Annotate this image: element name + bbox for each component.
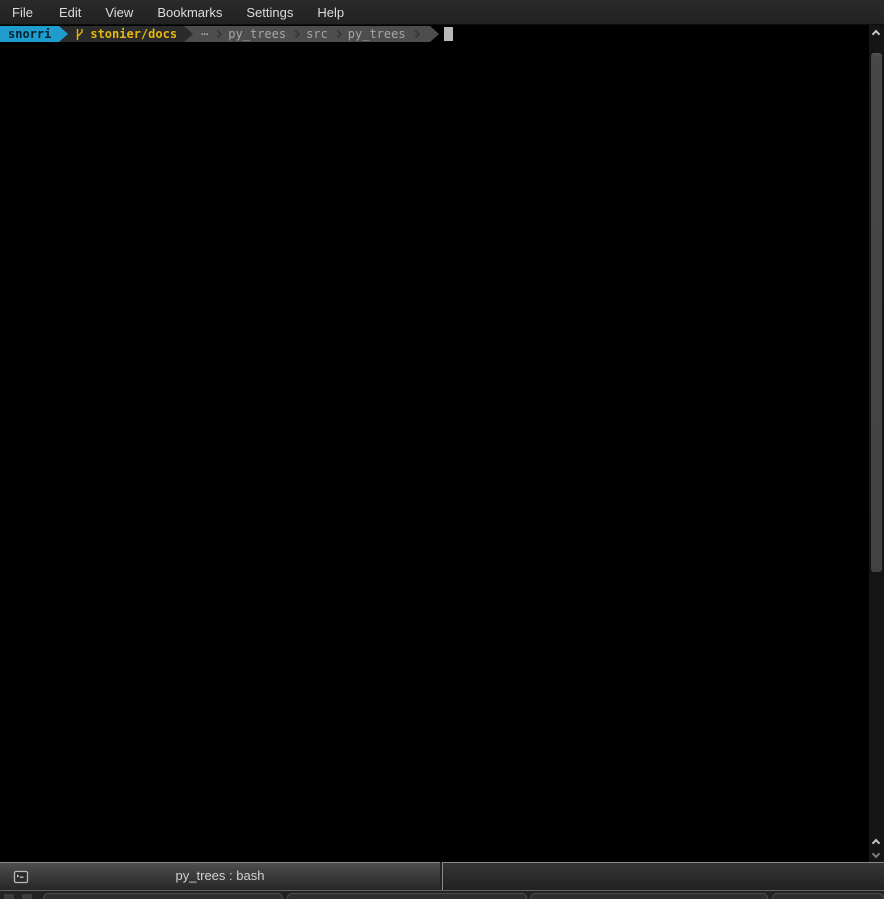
- terminal-scrollbar[interactable]: [869, 25, 884, 862]
- prompt-path-label: stonier/docs: [90, 26, 177, 42]
- breadcrumb-item: py_trees: [228, 26, 286, 42]
- scroll-up-icon[interactable]: [872, 30, 880, 38]
- bottom-taskbar-strip: [0, 891, 884, 899]
- breadcrumb-ellipsis: ⋯: [201, 26, 208, 42]
- taskbar-icon: [4, 894, 14, 899]
- menu-edit[interactable]: Edit: [47, 0, 93, 25]
- tab-label: py_trees : bash: [0, 868, 440, 883]
- chevron-separator-icon: [292, 30, 300, 38]
- prompt-breadcrumbs: ⋯ py_trees src py_trees: [193, 26, 430, 42]
- shell-prompt-line: snorri stonier/docs ⋯ py_trees src py_tr…: [0, 26, 453, 42]
- scroll-down-icon[interactable]: [872, 850, 880, 858]
- chevron-separator-icon: [214, 30, 222, 38]
- breadcrumb-item: py_trees: [348, 26, 406, 42]
- powerline-arrow-icon: [430, 26, 439, 42]
- menu-file[interactable]: File: [10, 0, 47, 25]
- vcs-branch-icon: [75, 28, 84, 41]
- menu-bookmarks[interactable]: Bookmarks: [145, 0, 234, 25]
- konsole-window: File Edit View Bookmarks Settings Help s…: [0, 0, 884, 899]
- prompt-path-segment: stonier/docs: [68, 26, 184, 42]
- chevron-separator-icon: [334, 30, 342, 38]
- tab-bar: py_trees : bash: [0, 862, 884, 891]
- taskbar-button[interactable]: [530, 893, 768, 899]
- powerline-arrow-icon: [59, 26, 68, 42]
- chevron-separator-icon: [411, 30, 419, 38]
- scrollbar-thumb[interactable]: [871, 53, 882, 572]
- prompt-hostname: snorri: [0, 26, 59, 42]
- terminal-cursor: [444, 27, 453, 41]
- taskbar-button[interactable]: [43, 893, 283, 899]
- tab-py-trees-bash[interactable]: py_trees : bash: [0, 862, 440, 890]
- menu-help[interactable]: Help: [305, 0, 356, 25]
- taskbar-icon: [22, 894, 32, 899]
- terminal-screen[interactable]: snorri stonier/docs ⋯ py_trees src py_tr…: [0, 25, 884, 862]
- menu-bar: File Edit View Bookmarks Settings Help: [0, 0, 884, 25]
- menu-settings[interactable]: Settings: [234, 0, 305, 25]
- powerline-arrow-icon: [184, 26, 193, 42]
- taskbar-button[interactable]: [772, 893, 884, 899]
- menu-view[interactable]: View: [93, 0, 145, 25]
- scroll-up-icon[interactable]: [872, 839, 880, 847]
- tab-bar-empty-area[interactable]: [442, 862, 884, 890]
- breadcrumb-item: src: [306, 26, 328, 42]
- taskbar-button[interactable]: [287, 893, 527, 899]
